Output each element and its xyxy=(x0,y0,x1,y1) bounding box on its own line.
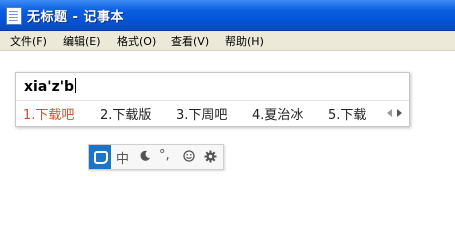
half-width-moon-icon[interactable] xyxy=(139,150,151,162)
menu-view[interactable]: 查看(V) xyxy=(171,33,209,49)
smiley-icon[interactable] xyxy=(183,150,195,162)
next-page-icon[interactable] xyxy=(397,109,402,117)
prev-page-icon[interactable] xyxy=(387,109,392,117)
menu-format[interactable]: 格式(O) xyxy=(117,33,156,49)
menu-edit[interactable]: 编辑(E) xyxy=(63,33,101,49)
menu-file[interactable]: 文件(F) xyxy=(10,33,47,49)
candidate-4[interactable]: 4.夏治冰 xyxy=(252,104,303,123)
menu-bar: 文件(F) 编辑(E) 格式(O) 查看(V) 帮助(H) xyxy=(0,31,455,51)
candidate-1[interactable]: 1.下载吧 xyxy=(23,104,74,123)
ime-composition-text: xia'z'b xyxy=(24,79,75,95)
text-caret xyxy=(75,78,77,93)
ime-composition: xia'z'b xyxy=(24,78,77,95)
ime-status-bar: 中 °, xyxy=(88,144,224,170)
punctuation-toggle[interactable]: °, xyxy=(159,148,170,163)
candidate-5[interactable]: 5.下载 xyxy=(328,104,366,123)
candidate-2[interactable]: 2.下载版 xyxy=(100,104,151,123)
ime-candidate-window: xia'z'b 1.下载吧 2.下载版 3.下周吧 4.夏治冰 5.下载 xyxy=(15,72,410,127)
title-bar[interactable]: 无标题 - 记事本 xyxy=(0,0,455,31)
page-nav xyxy=(387,107,405,119)
menu-help[interactable]: 帮助(H) xyxy=(225,33,264,49)
notepad-icon[interactable] xyxy=(6,7,22,25)
ime-logo-icon[interactable] xyxy=(89,145,111,169)
window-title: 无标题 - 记事本 xyxy=(27,10,124,25)
gear-icon[interactable] xyxy=(204,150,217,163)
ime-divider xyxy=(16,100,409,101)
candidate-3[interactable]: 3.下周吧 xyxy=(176,104,227,123)
input-mode-toggle[interactable]: 中 xyxy=(116,148,129,167)
